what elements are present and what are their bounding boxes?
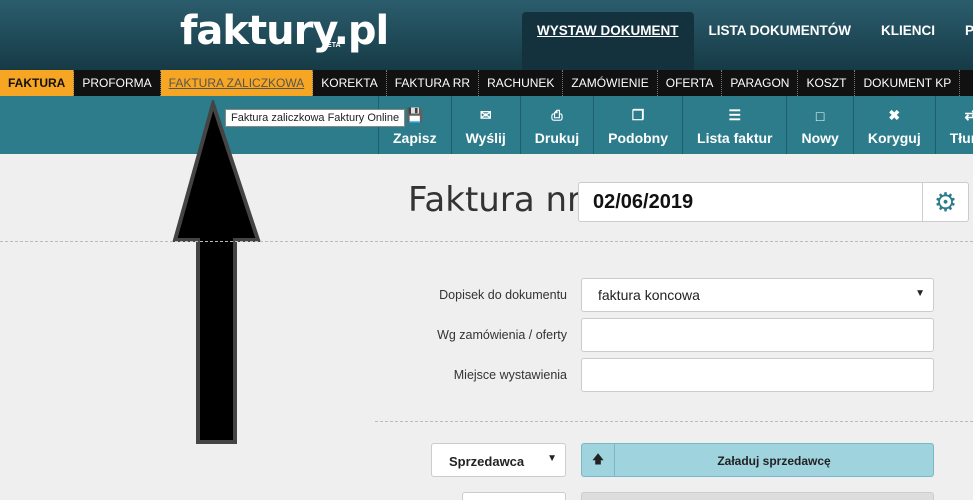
floppy-icon: 💾 [406, 107, 424, 123]
similar-button[interactable]: ❐ Podobny [593, 96, 682, 154]
nav-klienci[interactable]: KLIENCI [866, 12, 950, 70]
doctype-koszt[interactable]: KOSZT [798, 70, 856, 96]
list-icon: ☰ [728, 107, 742, 123]
new-button[interactable]: □ Nowy [786, 96, 852, 154]
correct-button[interactable]: ✖ Koryguj [852, 96, 935, 154]
order-input[interactable] [581, 318, 934, 352]
doctype-faktura-rr[interactable]: FAKTURA RR [387, 70, 480, 96]
envelope-icon: ✉ [479, 107, 492, 123]
load-seller-button[interactable]: 🡅 Załaduj sprzedawcę [581, 443, 934, 477]
caret-down-icon: ▼ [547, 453, 557, 464]
wrench-icon: ✖ [888, 107, 901, 123]
partial-field[interactable] [462, 492, 566, 500]
nav-lista-dokumentow[interactable]: LISTA DOKUMENTÓW [694, 12, 866, 70]
doctype-oferta[interactable]: OFERTA [658, 70, 723, 96]
print-button[interactable]: ⎙ Drukuj [519, 96, 593, 154]
order-label: Wg zamówienia / oferty [437, 328, 567, 342]
copy-icon: ❐ [631, 107, 645, 123]
nav-more[interactable]: PR [950, 12, 973, 70]
place-input[interactable] [581, 358, 934, 392]
doctype-zamowienie[interactable]: ZAMÓWIENIE [563, 70, 658, 96]
invoice-number-field[interactable]: 02/06/2019 ⚙ [578, 182, 969, 222]
logo[interactable]: faktury.pl [180, 8, 389, 54]
place-label: Miejsce wystawienia [453, 368, 567, 382]
invoice-label: Faktura nr [408, 180, 581, 220]
doctype-proforma[interactable]: PROFORMA [74, 70, 161, 96]
doctype-rachunek[interactable]: RACHUNEK [479, 70, 564, 96]
doctype-faktura-zaliczkowa[interactable]: FAKTURA ZALICZKOWA [160, 70, 314, 96]
note-select-value: faktura koncowa [598, 287, 700, 303]
arrow-up-icon: 🡅 [582, 444, 615, 476]
document-icon: □ [815, 108, 825, 124]
seller-select[interactable]: Sprzedawca ▼ [431, 443, 566, 477]
invoice-number-value: 02/06/2019 [593, 191, 694, 213]
load-seller-label: Załaduj sprzedawcę [717, 454, 831, 468]
logo-beta-badge: BETA [322, 42, 341, 49]
send-button[interactable]: ✉ Wyślij [450, 96, 520, 154]
swap-arrows-icon: ⇄ [964, 107, 973, 123]
printer-icon: ⎙ [551, 107, 563, 123]
translate-button[interactable]: ⇄ Tłuma [934, 96, 973, 154]
invoice-list-button[interactable]: ☰ Lista faktur [682, 96, 786, 154]
document-type-bar: FAKTURA PROFORMA FAKTURA ZALICZKOWA KORE… [0, 70, 973, 96]
nav-wystaw-dokument[interactable]: WYSTAW DOKUMENT [522, 12, 694, 70]
caret-down-icon: ▼ [915, 288, 925, 299]
gear-icon[interactable]: ⚙ [922, 183, 968, 221]
doctype-dokument-kp[interactable]: DOKUMENT KP [855, 70, 961, 96]
seller-select-value: Sprzedawca [449, 454, 525, 469]
top-nav: WYSTAW DOKUMENT LISTA DOKUMENTÓW KLIENCI… [522, 12, 973, 70]
divider [0, 241, 973, 242]
partial-field[interactable] [581, 492, 934, 500]
header: faktury.pl BETA WYSTAW DOKUMENT LISTA DO… [0, 0, 973, 70]
note-label: Dopisek do dokumentu [439, 288, 567, 302]
annotation-arrow-icon [172, 100, 261, 444]
action-toolbar: 💾 Zapisz ✉ Wyślij ⎙ Drukuj ❐ Podobny ☰ L… [0, 96, 973, 154]
doctype-faktura[interactable]: FAKTURA [0, 70, 75, 96]
note-select[interactable]: faktura koncowa ▼ [581, 278, 934, 312]
doctype-paragon[interactable]: PARAGON [722, 70, 799, 96]
doctype-korekta[interactable]: KOREKTA [313, 70, 387, 96]
divider [375, 421, 973, 422]
